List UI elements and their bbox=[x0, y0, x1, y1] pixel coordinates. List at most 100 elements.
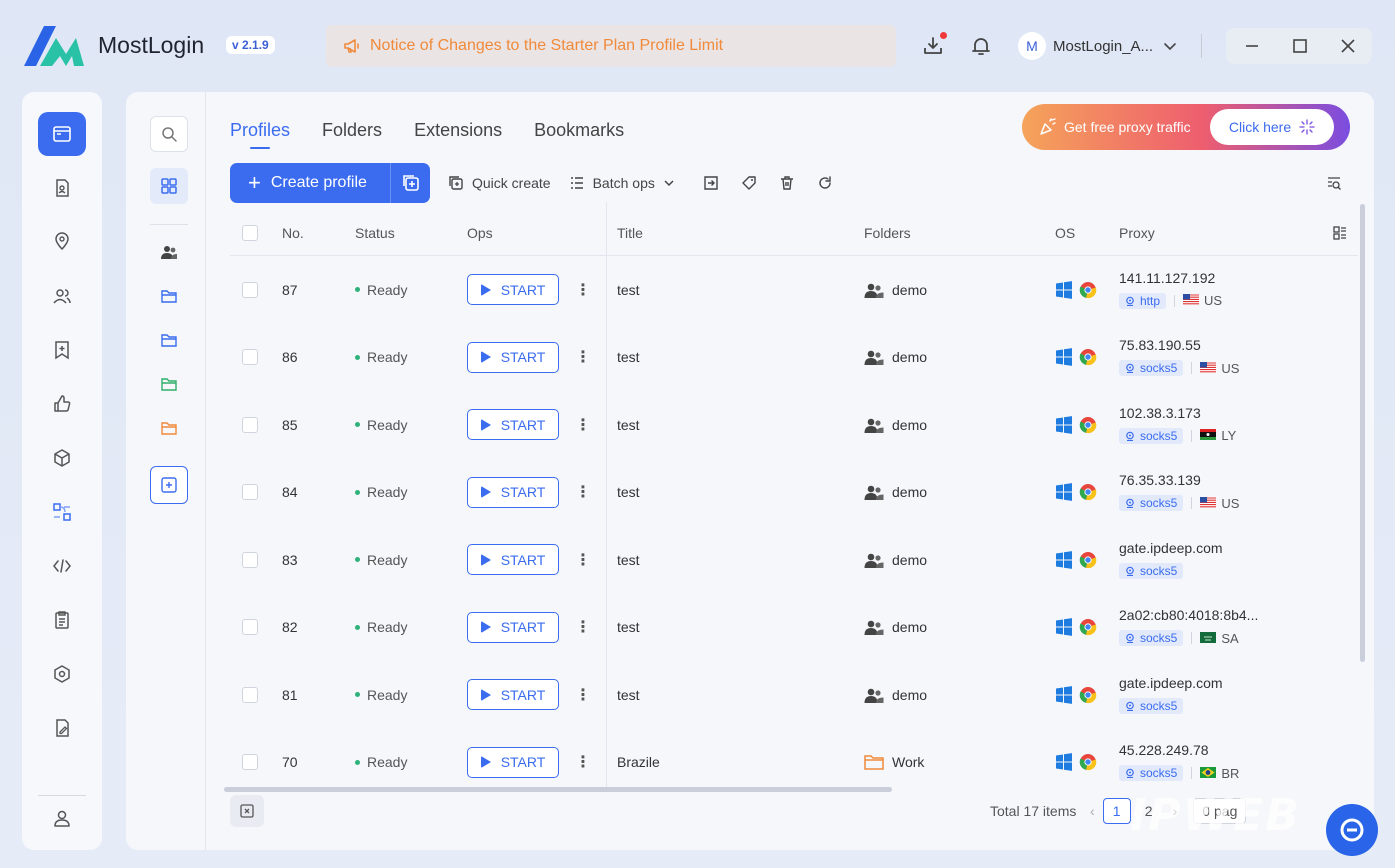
row-checkbox[interactable] bbox=[242, 619, 258, 636]
start-button[interactable]: START bbox=[467, 476, 559, 508]
close-icon[interactable] bbox=[1338, 36, 1358, 56]
profile-title[interactable]: test bbox=[617, 349, 640, 365]
table-row[interactable]: 83 Ready START ⋮ test demo gate.ipdeep.com sock… bbox=[230, 526, 1358, 594]
profile-title[interactable]: test bbox=[617, 417, 640, 433]
nav-profiles[interactable] bbox=[38, 112, 86, 156]
more-options-icon[interactable]: ⋮ bbox=[575, 347, 591, 367]
profile-title[interactable]: test bbox=[617, 484, 640, 500]
header-status[interactable]: Status bbox=[355, 225, 395, 241]
table-row[interactable]: 70 Ready START ⋮ Brazile Work 45.228.249.78 soc… bbox=[230, 729, 1358, 797]
table-row[interactable]: 84 Ready START ⋮ test demo 76.35.33.139 socks5 U… bbox=[230, 459, 1358, 527]
clear-selection-button[interactable] bbox=[230, 795, 264, 827]
more-options-icon[interactable]: ⋮ bbox=[575, 685, 591, 705]
tab-extensions[interactable]: Extensions bbox=[414, 120, 502, 149]
click-here-button[interactable]: Click here bbox=[1210, 109, 1334, 145]
prev-page-icon[interactable]: ‹ bbox=[1090, 803, 1095, 819]
nav-proxy[interactable] bbox=[38, 220, 86, 264]
notice-banner[interactable]: Notice of Changes to the Starter Plan Pr… bbox=[326, 25, 896, 67]
user-menu[interactable]: M MostLogin_A... bbox=[1018, 32, 1177, 60]
trash-icon[interactable] bbox=[779, 175, 795, 191]
nav-bookmarks[interactable] bbox=[38, 328, 86, 372]
group-folder-button[interactable] bbox=[150, 234, 188, 270]
tab-profiles[interactable]: Profiles bbox=[230, 120, 290, 149]
start-button[interactable]: START bbox=[467, 679, 559, 711]
nav-api[interactable] bbox=[38, 544, 86, 588]
vertical-scrollbar[interactable] bbox=[1360, 204, 1365, 662]
create-profile-options-button[interactable] bbox=[390, 163, 430, 203]
all-profiles-button[interactable] bbox=[150, 168, 188, 204]
horizontal-scrollbar[interactable] bbox=[224, 787, 892, 792]
start-button[interactable]: START bbox=[467, 274, 559, 306]
table-row[interactable]: 81 Ready START ⋮ test demo gate.ipdeep.com sock… bbox=[230, 661, 1358, 729]
profile-title[interactable]: test bbox=[617, 282, 640, 298]
folder-search-button[interactable] bbox=[150, 116, 188, 152]
nav-settings[interactable] bbox=[38, 652, 86, 696]
more-options-icon[interactable]: ⋮ bbox=[575, 482, 591, 502]
header-title[interactable]: Title bbox=[617, 225, 643, 241]
tab-bookmarks[interactable]: Bookmarks bbox=[534, 120, 624, 149]
quick-create-button[interactable]: Quick create bbox=[448, 175, 551, 191]
folder-button-3[interactable] bbox=[150, 366, 188, 402]
add-folder-button[interactable] bbox=[150, 466, 188, 504]
header-folders[interactable]: Folders bbox=[864, 225, 911, 241]
maximize-icon[interactable] bbox=[1290, 36, 1310, 56]
table-row[interactable]: 85 Ready START ⋮ test demo 102.38.3.173 socks5 L… bbox=[230, 391, 1358, 459]
start-button[interactable]: START bbox=[467, 746, 559, 778]
folder-button-1[interactable] bbox=[150, 278, 188, 314]
create-profile-button[interactable]: + Create profile bbox=[230, 163, 430, 203]
nav-automation[interactable] bbox=[38, 490, 86, 534]
row-checkbox[interactable] bbox=[242, 551, 258, 568]
tag-icon[interactable] bbox=[741, 175, 757, 191]
row-checkbox[interactable] bbox=[242, 416, 258, 433]
nav-team-profile[interactable] bbox=[38, 166, 86, 210]
nav-recommend[interactable] bbox=[38, 382, 86, 426]
batch-ops-dropdown[interactable]: Batch ops bbox=[569, 175, 675, 191]
nav-logs[interactable] bbox=[38, 598, 86, 642]
nav-account[interactable] bbox=[38, 796, 86, 840]
folder-name: demo bbox=[892, 619, 928, 636]
nav-extensions[interactable] bbox=[38, 436, 86, 480]
bell-icon[interactable] bbox=[969, 34, 993, 58]
profile-title[interactable]: test bbox=[617, 619, 640, 635]
more-options-icon[interactable]: ⋮ bbox=[575, 280, 591, 300]
header-os[interactable]: OS bbox=[1055, 225, 1075, 241]
more-options-icon[interactable]: ⋮ bbox=[575, 415, 591, 435]
more-options-icon[interactable]: ⋮ bbox=[575, 550, 591, 570]
more-options-icon[interactable]: ⋮ bbox=[575, 752, 591, 772]
proxy-promo-banner[interactable]: Get free proxy traffic Click here bbox=[1022, 104, 1350, 150]
advanced-search-icon[interactable] bbox=[1326, 175, 1342, 191]
start-button[interactable]: START bbox=[467, 409, 559, 441]
os-cell bbox=[1055, 685, 1103, 704]
nav-notes[interactable] bbox=[38, 706, 86, 750]
profile-title[interactable]: test bbox=[617, 552, 640, 568]
more-options-icon[interactable]: ⋮ bbox=[575, 617, 591, 637]
profile-title[interactable]: Brazile bbox=[617, 754, 660, 770]
column-settings-icon[interactable] bbox=[1332, 225, 1348, 241]
table-row[interactable]: 82 Ready START ⋮ test demo 2a02:cb80:4018:8b4.… bbox=[230, 594, 1358, 662]
start-button[interactable]: START bbox=[467, 611, 559, 643]
folder-button-2[interactable] bbox=[150, 322, 188, 358]
move-to-folder-icon[interactable] bbox=[703, 175, 719, 191]
start-button[interactable]: START bbox=[467, 341, 559, 373]
folder-button-4[interactable] bbox=[150, 410, 188, 446]
header-proxy[interactable]: Proxy bbox=[1119, 225, 1155, 241]
status-cell: Ready bbox=[355, 687, 407, 703]
table-row[interactable]: 87 Ready START ⋮ test demo 141.11.127.192 http U… bbox=[230, 256, 1358, 324]
refresh-icon[interactable] bbox=[817, 175, 833, 191]
header-no[interactable]: No. bbox=[282, 225, 304, 241]
nav-members[interactable] bbox=[38, 274, 86, 318]
profile-title[interactable]: test bbox=[617, 687, 640, 703]
status-cell: Ready bbox=[355, 754, 407, 770]
tab-folders[interactable]: Folders bbox=[322, 120, 382, 149]
row-checkbox[interactable] bbox=[242, 281, 258, 298]
row-checkbox[interactable] bbox=[242, 754, 258, 771]
row-checkbox[interactable] bbox=[242, 484, 258, 501]
row-checkbox[interactable] bbox=[242, 686, 258, 703]
select-all-checkbox[interactable] bbox=[242, 224, 258, 241]
start-button[interactable]: START bbox=[467, 544, 559, 576]
page-1-button[interactable]: 1 bbox=[1102, 798, 1131, 824]
table-row[interactable]: 86 Ready START ⋮ test demo 75.83.190.55 socks5 U… bbox=[230, 324, 1358, 392]
windows-icon bbox=[1056, 348, 1072, 367]
row-checkbox[interactable] bbox=[242, 349, 258, 366]
minimize-icon[interactable] bbox=[1242, 36, 1262, 56]
